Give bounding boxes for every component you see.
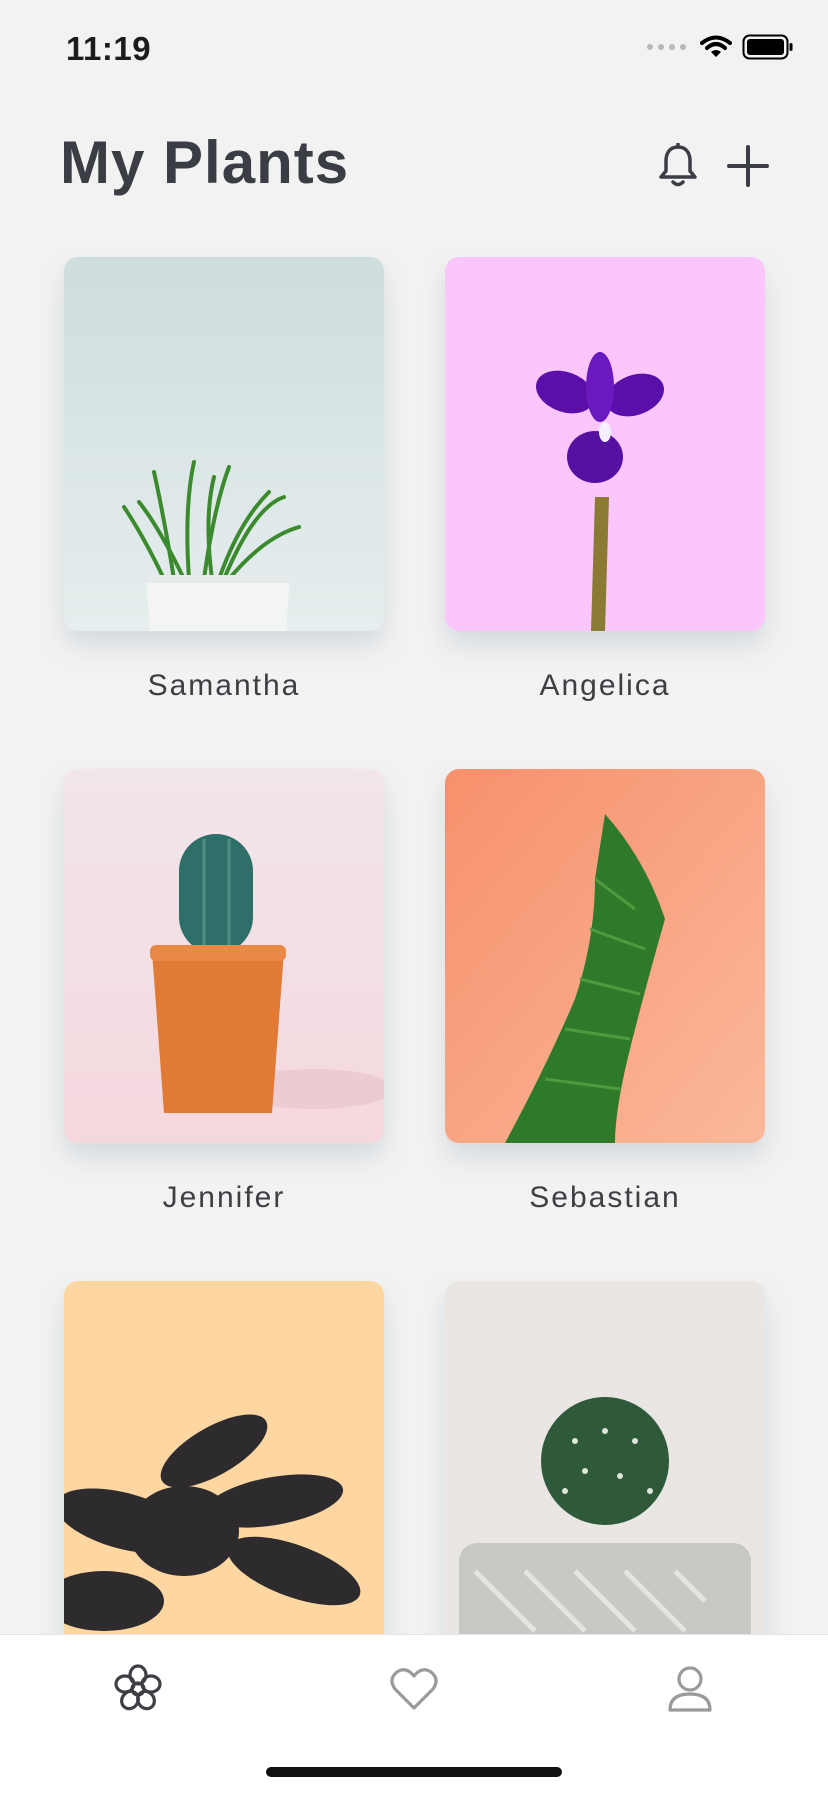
status-bar: 11:19 <box>0 0 828 100</box>
plant-card-6[interactable] <box>445 1281 765 1693</box>
battery-icon <box>742 34 793 60</box>
plant-card-angelica[interactable]: Angelica <box>445 257 765 703</box>
user-icon <box>668 1666 712 1712</box>
plant-name: Jennifer <box>162 1181 286 1214</box>
plant-photo <box>445 257 765 631</box>
plant-photo <box>445 769 765 1143</box>
page-header: My Plants <box>0 120 828 210</box>
tab-bar <box>0 1634 828 1793</box>
wifi-icon <box>700 35 732 57</box>
plant-name: Angelica <box>539 669 671 702</box>
flower-icon <box>114 1664 162 1711</box>
plant-photo <box>64 769 384 1143</box>
bell-icon <box>659 143 697 187</box>
heart-icon <box>390 1668 438 1710</box>
plant-name: Sebastian <box>529 1181 681 1214</box>
plant-card-sebastian[interactable]: Sebastian <box>445 769 765 1215</box>
cellular-signal-icon <box>647 44 686 50</box>
plant-name: Samantha <box>147 669 301 702</box>
plant-photo <box>64 1281 384 1655</box>
notifications-button[interactable] <box>648 136 708 196</box>
status-icons <box>647 34 794 60</box>
status-time: 11:19 <box>66 30 152 67</box>
tab-plants[interactable] <box>108 1659 168 1719</box>
tab-profile[interactable] <box>660 1659 720 1719</box>
home-indicator[interactable] <box>266 1767 562 1777</box>
plant-card-5[interactable] <box>64 1281 384 1693</box>
plant-photo <box>445 1281 765 1655</box>
page-title: My Plants <box>60 129 350 196</box>
plant-photo <box>64 257 384 631</box>
tab-favorites[interactable] <box>384 1659 444 1719</box>
plant-card-jennifer[interactable]: Jennifer <box>64 769 384 1215</box>
add-plant-button[interactable] <box>718 136 778 196</box>
plus-icon <box>727 145 769 187</box>
plant-card-samantha[interactable]: Samantha <box>64 257 384 703</box>
